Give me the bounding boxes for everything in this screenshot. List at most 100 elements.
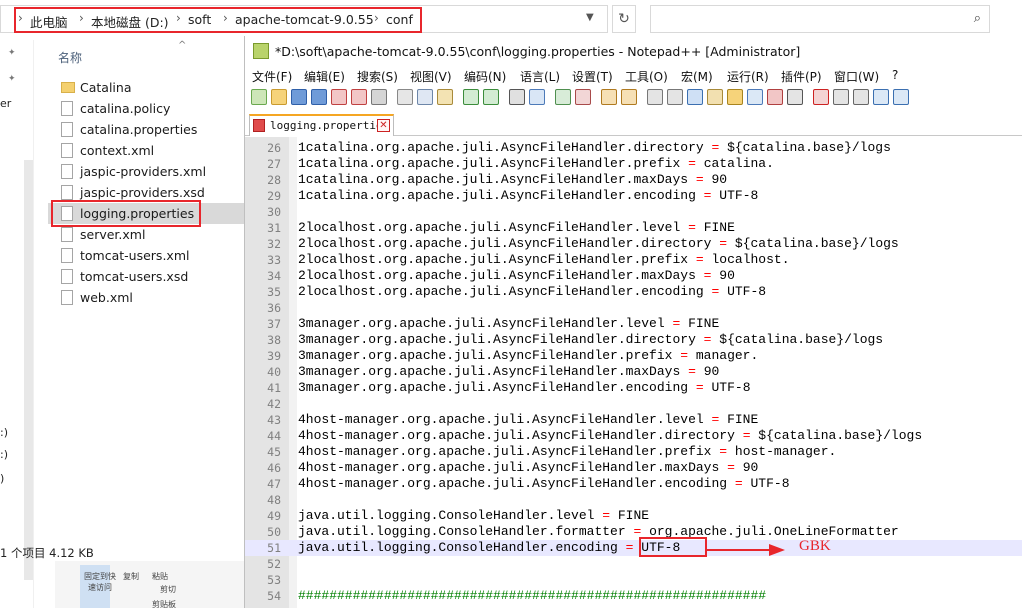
breadcrumb-drive-d[interactable]: 本地磁盘 (D:) [91,12,169,31]
code-line[interactable]: 30 [245,204,1022,220]
code-line[interactable]: 40 3manager.org.apache.juli.AsyncFileHand… [245,364,1022,380]
list-item[interactable]: web.xml [48,287,244,308]
monitoring-icon[interactable] [787,89,803,105]
search-input[interactable]: ⌕ [650,5,990,33]
list-item[interactable]: catalina.policy [48,98,244,119]
code-line[interactable]: 29 1catalina.org.apache.juli.AsyncFileHan… [245,188,1022,204]
run-macro-multiple-icon[interactable] [873,89,889,105]
print-icon[interactable] [371,89,387,105]
code-editor[interactable]: 26 1catalina.org.apache.juli.AsyncFileHan… [245,137,1022,608]
nav-item-fragment[interactable]: ) [0,472,4,485]
word-wrap-icon[interactable] [647,89,663,105]
show-all-chars-icon[interactable] [667,89,683,105]
undo-icon[interactable] [463,89,479,105]
nav-item-fragment[interactable]: :) [0,426,8,439]
cut-icon[interactable] [397,89,413,105]
code-line[interactable]: 34 2localhost.org.apache.juli.AsyncFileHa… [245,268,1022,284]
menu-window[interactable]: 窗口(W) [834,68,879,85]
tab-logging-properties[interactable]: logging.properties ✕ [249,114,394,136]
menu-tools[interactable]: 工具(O) [625,68,668,85]
code-line[interactable]: 44 4host-manager.org.apache.juli.AsyncFil… [245,428,1022,444]
code-line[interactable]: 53 [245,572,1022,588]
close-icon[interactable]: ✕ [377,119,390,132]
ribbon-label[interactable]: 复制 [123,571,139,582]
code-line[interactable]: 54 ######################################… [245,588,1022,604]
menu-language[interactable]: 语言(L) [520,68,560,85]
code-line[interactable]: 26 1catalina.org.apache.juli.AsyncFileHan… [245,140,1022,156]
replace-icon[interactable] [529,89,545,105]
code-line[interactable]: 37 3manager.org.apache.juli.AsyncFileHand… [245,316,1022,332]
menu-search[interactable]: 搜索(S) [357,68,398,85]
ribbon-label[interactable]: 剪切 [160,584,176,595]
pin-icon[interactable]: ✦ [8,48,16,58]
code-line[interactable]: 48 [245,492,1022,508]
code-line[interactable]: 38 3manager.org.apache.juli.AsyncFileHand… [245,332,1022,348]
code-line[interactable]: 28 1catalina.org.apache.juli.AsyncFileHan… [245,172,1022,188]
menu-macro[interactable]: 宏(M) [681,68,713,85]
paste-icon[interactable] [437,89,453,105]
indent-guide-icon[interactable] [687,89,703,105]
code-line[interactable]: 33 2localhost.org.apache.juli.AsyncFileHa… [245,252,1022,268]
menu-edit[interactable]: 编辑(E) [304,68,345,85]
function-list-icon[interactable] [747,89,763,105]
redo-icon[interactable] [483,89,499,105]
refresh-button[interactable]: ↻ [612,5,636,33]
menu-run[interactable]: 运行(R) [727,68,769,85]
list-item[interactable]: catalina.properties [48,119,244,140]
list-item[interactable]: context.xml [48,140,244,161]
nav-item-fragment[interactable]: er [0,97,11,110]
close-icon[interactable] [331,89,347,105]
code-line[interactable]: 52 [245,556,1022,572]
sync-horizontal-icon[interactable] [621,89,637,105]
nav-item-fragment[interactable]: :) [0,448,8,461]
stop-macro-icon[interactable] [833,89,849,105]
list-item[interactable]: server.xml [48,224,244,245]
close-all-icon[interactable] [351,89,367,105]
code-line[interactable]: 47 4host-manager.org.apache.juli.AsyncFil… [245,476,1022,492]
breadcrumb-soft[interactable]: soft [188,12,211,27]
user-lang-icon[interactable] [707,89,723,105]
code-line[interactable]: 50 java.util.logging.ConsoleHandler.forma… [245,524,1022,540]
menu-file[interactable]: 文件(F) [252,68,292,85]
copy-icon[interactable] [417,89,433,105]
menu-view[interactable]: 视图(V) [410,68,452,85]
folder-as-workspace-icon[interactable] [767,89,783,105]
code-line[interactable]: 41 3manager.org.apache.juli.AsyncFileHand… [245,380,1022,396]
code-line[interactable]: 49 java.util.logging.ConsoleHandler.level… [245,508,1022,524]
code-line[interactable]: 32 2localhost.org.apache.juli.AsyncFileHa… [245,236,1022,252]
menu-plugins[interactable]: 插件(P) [781,68,822,85]
chevron-down-icon[interactable]: ▼ [586,12,594,23]
zoom-out-icon[interactable] [575,89,591,105]
breadcrumb-tomcat[interactable]: apache-tomcat-9.0.55 [235,12,374,27]
sync-vertical-icon[interactable] [601,89,617,105]
column-header-name[interactable]: 名称 [58,49,82,66]
list-item[interactable]: Catalina [48,77,244,98]
find-icon[interactable] [509,89,525,105]
code-line[interactable]: 42 [245,396,1022,412]
code-line[interactable]: 46 4host-manager.org.apache.juli.AsyncFil… [245,460,1022,476]
code-line-current[interactable]: 51 java.util.logging.ConsoleHandler.encod… [245,537,1022,557]
save-macro-icon[interactable] [893,89,909,105]
pin-icon[interactable]: ✦ [8,74,16,84]
list-item[interactable]: tomcat-users.xsd [48,266,244,287]
menu-help[interactable]: ? [892,68,898,82]
zoom-in-icon[interactable] [555,89,571,105]
menu-settings[interactable]: 设置(T) [572,68,613,85]
menu-encoding[interactable]: 编码(N) [464,68,506,85]
code-line[interactable]: 36 [245,300,1022,316]
save-icon[interactable] [291,89,307,105]
breadcrumb-conf[interactable]: conf [386,12,413,27]
doc-map-icon[interactable] [727,89,743,105]
code-line[interactable]: 43 4host-manager.org.apache.juli.AsyncFil… [245,412,1022,428]
open-file-icon[interactable] [271,89,287,105]
code-line[interactable]: 31 2localhost.org.apache.juli.AsyncFileHa… [245,220,1022,236]
save-all-icon[interactable] [311,89,327,105]
list-item[interactable]: tomcat-users.xml [48,245,244,266]
code-line[interactable]: 39 3manager.org.apache.juli.AsyncFileHand… [245,348,1022,364]
list-item[interactable]: jaspic-providers.xml [48,161,244,182]
code-line[interactable]: 45 4host-manager.org.apache.juli.AsyncFil… [245,444,1022,460]
new-file-icon[interactable] [251,89,267,105]
code-line[interactable]: 27 1catalina.org.apache.juli.AsyncFileHan… [245,156,1022,172]
nav-scrollbar[interactable] [24,160,33,580]
play-macro-icon[interactable] [853,89,869,105]
